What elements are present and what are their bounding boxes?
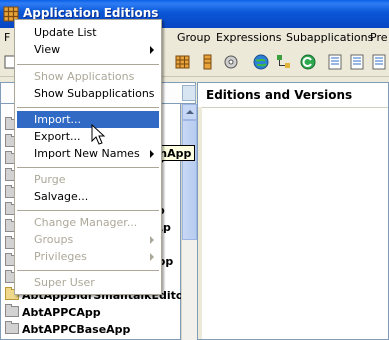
menu-item-show-applications[interactable]: Show Applications [17,68,159,85]
list-icon[interactable] [370,53,388,71]
folder-icon [5,321,19,334]
list-item[interactable]: AbtAPPCBaseApp [5,321,131,340]
menu-item-label: Show Subapplications [34,87,155,100]
menu-separator [17,210,159,211]
list-icon[interactable] [348,53,366,71]
editions-pane: Editions and Versions [197,82,389,340]
menu-item-import[interactable]: Import... [17,111,159,128]
menu-item-label: Purge [34,173,66,186]
mouse-pointer-icon [91,124,105,145]
window-title: Application Editions [23,6,159,20]
editions-scroll-edge [198,107,202,339]
menu-file[interactable]: F [4,31,10,44]
scroll-thumb[interactable] [182,120,197,240]
menu-preferences[interactable]: Pre [370,31,388,44]
refresh-icon[interactable] [299,53,317,71]
list-item-label: AbtAPPCBaseApp [22,323,131,336]
menu-separator [17,107,159,108]
menu-item-label: Show Applications [34,70,135,83]
menu-item-import-new-names[interactable]: Import New Names [17,145,159,162]
grid-icon[interactable] [198,53,216,71]
menu-item-label: Import New Names [34,147,140,160]
editions-header: Editions and Versions [198,83,388,108]
menu-item-change-manager[interactable]: Change Manager... [17,214,159,231]
submenu-arrow-icon [150,46,154,54]
menu-item-label: Export... [34,130,81,143]
menu-item-label: Change Manager... [34,216,138,229]
vertical-scrollbar[interactable] [181,104,197,340]
list-icon[interactable] [326,53,344,71]
submenu-arrow-icon [150,253,154,261]
hierarchy-icon[interactable] [275,53,293,71]
list-item[interactable]: AbtAPPCApp [5,304,101,323]
menu-item-label: View [34,43,61,56]
editions-header-label: Editions and Versions [206,88,353,102]
submenu-arrow-icon [150,236,154,244]
menu-item-label: Import... [34,113,81,126]
menu-separator [17,270,159,271]
menu-item-label: Super User [34,276,95,289]
menu-item-label: Update List [34,26,97,39]
menu-item-purge[interactable]: Purge [17,171,159,188]
menu-item-salvage[interactable]: Salvage... [17,188,159,205]
menu-item-groups[interactable]: Groups [17,231,159,248]
menu-separator [17,64,159,65]
header-button[interactable] [182,85,196,101]
submenu-arrow-icon [150,150,154,158]
lattice-icon[interactable] [174,53,192,71]
menu-separator [17,167,159,168]
folder-icon [5,304,19,317]
menu-expressions[interactable]: Expressions [216,31,281,44]
gear-icon[interactable] [222,53,240,71]
globe-icon[interactable] [252,53,270,71]
menu-item-label: Groups [34,233,74,246]
menu-item-label: Privileges [34,250,87,263]
menu-item-update-list[interactable]: Update List [17,24,159,41]
menu-group[interactable]: Group [177,31,211,44]
context-menu: Update List View Show Applications Show … [14,19,162,295]
menu-subapplications[interactable]: Subapplications [286,31,373,44]
scroll-up-button[interactable] [182,104,197,120]
menu-item-view[interactable]: View [17,41,159,58]
menu-item-show-subapplications[interactable]: Show Subapplications [17,85,159,102]
menu-item-privileges[interactable]: Privileges [17,248,159,265]
menu-item-super-user[interactable]: Super User [17,274,159,291]
list-item-label: AbtAPPCApp [22,306,101,319]
menu-item-label: Salvage... [34,190,89,203]
menu-item-export[interactable]: Export... [17,128,159,145]
